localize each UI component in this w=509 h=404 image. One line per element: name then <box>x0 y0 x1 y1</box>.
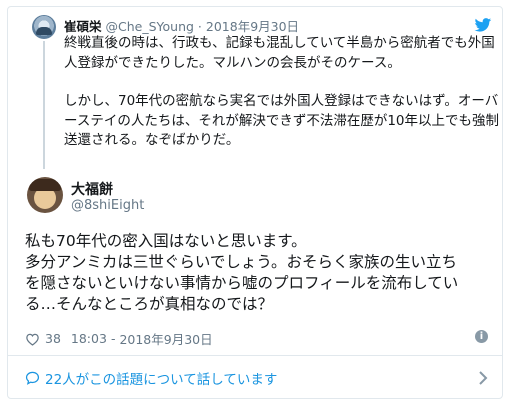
twitter-bird-icon[interactable] <box>474 18 492 32</box>
quoted-tweet-text: 終戦直後の時は、行政も、記録も混乱していて半島から密航者でも外国人登録ができたり… <box>64 34 500 170</box>
conversation-label[interactable]: 22人がこの話題について話しています <box>45 368 277 388</box>
tweet-date[interactable]: 2018年9月30日 <box>119 329 212 348</box>
author-avatar[interactable] <box>27 177 63 213</box>
thread-connector-line <box>43 41 45 169</box>
author-handle[interactable]: @8shiEight <box>71 198 144 213</box>
speech-bubble-icon <box>25 371 40 385</box>
quoted-tweet-date[interactable]: 2018年9月30日 <box>206 19 299 34</box>
embedded-tweet-card: 崔碩栄 @Che_SYoung · 2018年9月30日 終戦直後の時は、行政も… <box>7 6 503 399</box>
tweet-time[interactable]: 18:03 <box>71 331 107 346</box>
info-icon[interactable]: i <box>475 330 488 343</box>
quoted-author-name[interactable]: 崔碩栄 <box>64 19 102 34</box>
chevron-right-icon[interactable] <box>478 370 488 386</box>
header-separator: · <box>197 19 202 34</box>
tweet-line-2: 多分アンミカは三世ぐらいでしょう。おそらく家族の生い立ち <box>25 253 457 271</box>
heart-icon[interactable] <box>25 332 40 346</box>
quoted-tweet-header: 崔碩栄 @Che_SYoung · 2018年9月30日 <box>64 16 299 35</box>
quoted-author-avatar[interactable] <box>32 15 56 39</box>
quoted-tweet[interactable]: 崔碩栄 @Che_SYoung · 2018年9月30日 終戦直後の時は、行政も… <box>8 7 502 177</box>
tweet-line-3: を隠さないといけない事情から嘘のプロフィールを流布してい <box>25 274 459 292</box>
tweet-line-1: 私も70年代の密入国はないと思います。 <box>25 232 307 250</box>
tweet-text: 私も70年代の密入国はないと思います。 多分アンミカは三世ぐらいでしょう。おそら… <box>25 231 497 315</box>
quoted-paragraph-2: しかし、70年代の密航なら実名では外国人登録はできないはず。オーバーステイの人た… <box>64 93 500 148</box>
tweet-line-4: る…そんなところが真相なのでは？ <box>25 295 274 313</box>
like-count[interactable]: 38 <box>45 331 61 346</box>
quoted-paragraph-1: 終戦直後の時は、行政も、記録も混乱していて半島から密航者でも外国人登録ができたり… <box>64 35 495 71</box>
avatar-hat <box>29 179 61 191</box>
tweet-meta: 38 18:03 - 2018年9月30日 <box>25 329 213 348</box>
quoted-author-handle[interactable]: @Che_SYoung <box>106 19 194 34</box>
meta-separator: - <box>110 331 116 346</box>
author-name[interactable]: 大福餅 <box>71 179 113 199</box>
conversation-link[interactable]: 22人がこの話題について話しています <box>8 356 502 398</box>
